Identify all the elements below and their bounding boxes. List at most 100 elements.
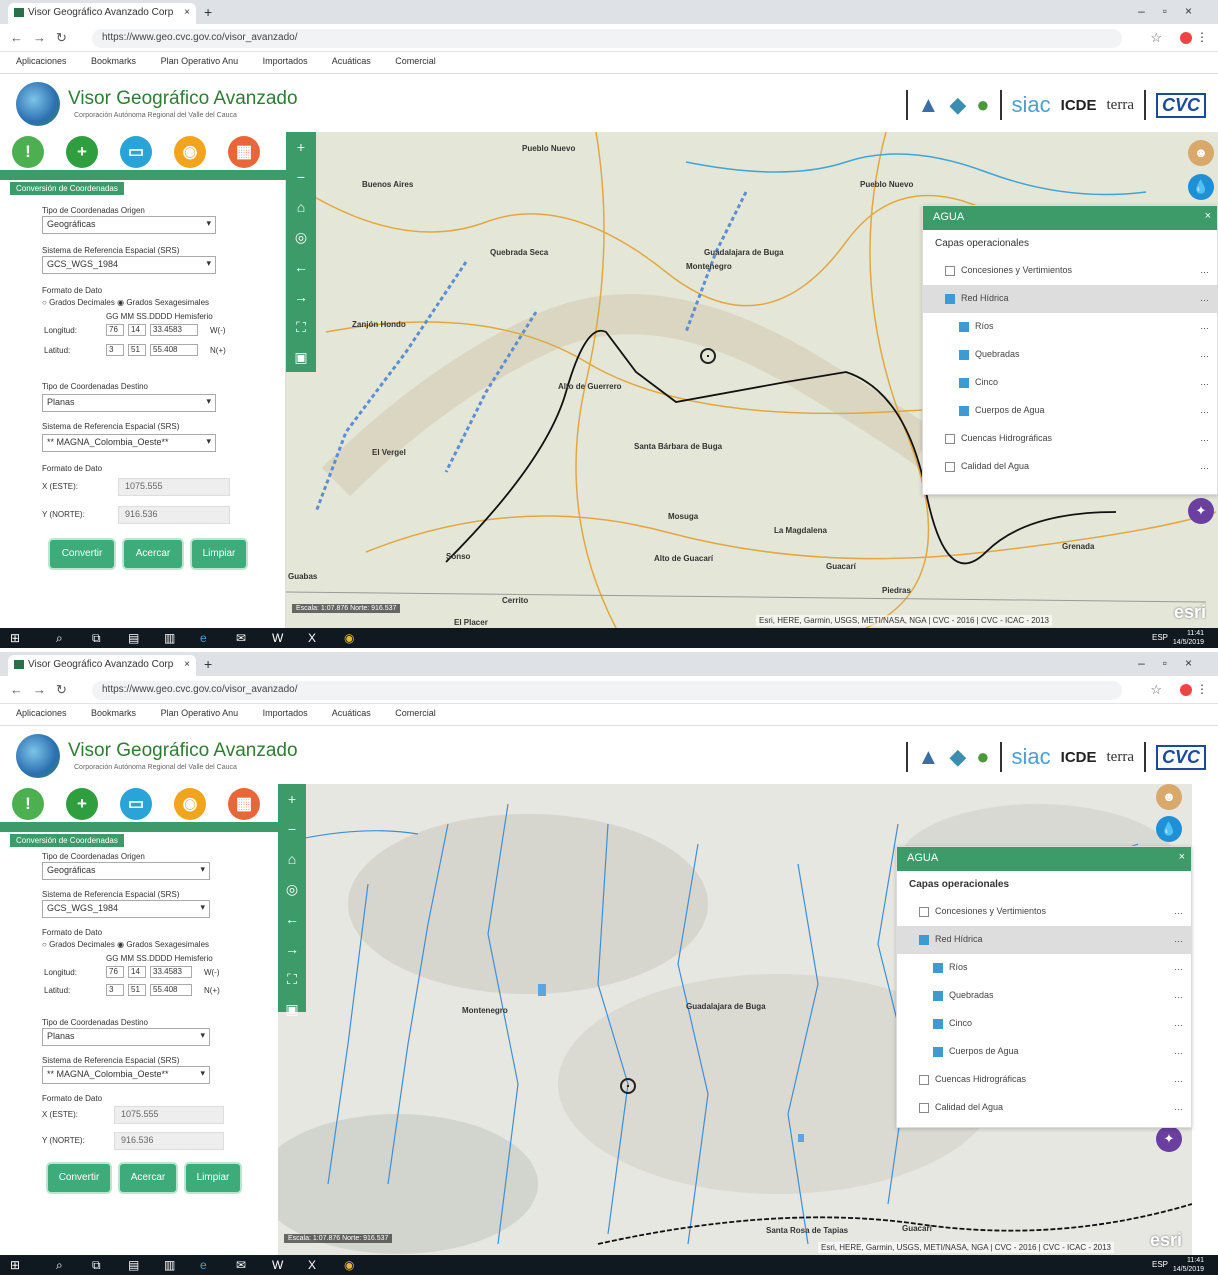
lon-min-input[interactable]: 14 — [128, 966, 146, 978]
close-icon[interactable]: × — [1179, 851, 1185, 863]
more-options-icon[interactable]: … — [1174, 990, 1183, 1000]
bookmark-item[interactable]: Plan Operativo Anu — [161, 56, 239, 66]
lat-sec-input[interactable]: 55.408 — [150, 984, 192, 996]
taskview-icon[interactable]: ⧉ — [92, 1258, 101, 1273]
checkbox-checked-icon[interactable] — [933, 1018, 943, 1029]
search-icon[interactable]: ⌕ — [56, 631, 63, 646]
back-icon[interactable]: ← — [286, 252, 316, 282]
url-input[interactable]: https://www.geo.cvc.gov.co/visor_avanzad… — [92, 29, 1122, 48]
icde-logo[interactable]: ICDE — [1061, 749, 1097, 766]
checkbox-checked-icon[interactable] — [933, 990, 943, 1001]
chrome-icon[interactable]: ◉ — [344, 631, 354, 645]
location-icon[interactable]: ◉ — [174, 788, 206, 820]
checkbox-icon[interactable] — [919, 906, 929, 917]
store-icon[interactable]: ▥ — [164, 631, 175, 645]
measure-icon[interactable]: ▭ — [120, 136, 152, 168]
layer-item[interactable]: Ríos… — [897, 954, 1191, 982]
ref-system-select[interactable]: GCS_WGS_1984 — [42, 900, 210, 918]
checkbox-checked-icon[interactable] — [959, 321, 969, 332]
layer-item[interactable]: Cuerpos de Agua… — [923, 397, 1217, 425]
layer-item[interactable]: Concesiones y Vertimientos… — [923, 257, 1217, 285]
siac-logo[interactable]: siac — [1012, 744, 1051, 770]
dest-ref-select[interactable]: ** MAGNA_Colombia_Oeste** — [42, 434, 216, 452]
checkbox-icon[interactable] — [945, 433, 955, 444]
convert-button[interactable]: Convertir — [50, 540, 114, 568]
layers-icon[interactable]: ▣ — [278, 994, 306, 1024]
y-output[interactable]: 916.536 — [118, 506, 230, 524]
zoom-out-icon[interactable]: − — [278, 814, 306, 844]
menu-icon[interactable]: ⋮ — [1196, 682, 1208, 696]
windows-start-icon[interactable]: ⊞ — [10, 1258, 20, 1272]
more-options-icon[interactable]: … — [1174, 1074, 1183, 1084]
back-icon[interactable]: ← — [278, 904, 306, 934]
system-tray[interactable]: ESP — [1152, 633, 1168, 642]
checkbox-checked-icon[interactable] — [959, 405, 969, 416]
dest-ref-select[interactable]: ** MAGNA_Colombia_Oeste** — [42, 1066, 210, 1084]
edge-icon[interactable]: e — [200, 631, 207, 645]
zoom-button[interactable]: Acercar — [120, 1164, 176, 1192]
word-icon[interactable]: W — [272, 1258, 283, 1272]
profile-icon[interactable] — [1180, 32, 1192, 44]
bookmark-item[interactable]: Bookmarks — [91, 56, 136, 66]
info-icon[interactable]: ! — [12, 788, 44, 820]
fish-icon[interactable]: ◆ — [949, 744, 966, 770]
edge-icon[interactable]: e — [200, 1258, 207, 1272]
menu-icon[interactable]: ⋮ — [1196, 30, 1208, 44]
layer-item[interactable]: Cinco… — [923, 369, 1217, 397]
terra-logo[interactable]: terra — [1107, 97, 1134, 114]
clear-button[interactable]: Limpiar — [186, 1164, 240, 1192]
layer-item[interactable]: Cuencas Hidrográficas… — [897, 1066, 1191, 1094]
decimal-radio[interactable]: ○ Grados Decimales ◉ Grados Sexagesimale… — [42, 940, 209, 949]
nav-buttons[interactable]: ←→↻ — [10, 30, 77, 46]
lat-deg-input[interactable]: 3 — [106, 984, 124, 996]
info-icon[interactable]: ! — [12, 136, 44, 168]
checkbox-checked-icon[interactable] — [959, 349, 969, 360]
more-options-icon[interactable]: … — [1200, 265, 1209, 275]
leaf-icon[interactable]: ● — [976, 744, 989, 770]
convert-button[interactable]: Convertir — [48, 1164, 110, 1192]
close-icon[interactable]: × — [1205, 210, 1211, 222]
checkbox-icon[interactable] — [919, 1074, 929, 1085]
checkbox-checked-icon[interactable] — [945, 293, 955, 304]
bookmark-item[interactable]: Importados — [263, 708, 308, 718]
browser-tab[interactable]: Visor Geográfico Avanzado Corp × — [8, 655, 196, 676]
search-icon[interactable]: ⌕ — [56, 1258, 63, 1273]
mountain-icon[interactable]: ▲ — [918, 744, 940, 770]
chrome-icon[interactable]: ◉ — [344, 1258, 354, 1272]
home-icon[interactable]: ⌂ — [278, 844, 306, 874]
lon-sec-input[interactable]: 33.4583 — [150, 324, 198, 336]
word-icon[interactable]: W — [272, 631, 283, 645]
layers-icon[interactable]: ▣ — [286, 342, 316, 372]
layer-item[interactable]: Calidad del Agua… — [897, 1094, 1191, 1122]
bookmark-item[interactable]: Comercial — [395, 56, 436, 66]
checkbox-icon[interactable] — [945, 265, 955, 276]
checkbox-checked-icon[interactable] — [959, 377, 969, 388]
window-controls[interactable]: –▫× — [1138, 4, 1210, 18]
layer-item[interactable]: Cuerpos de Agua… — [897, 1038, 1191, 1066]
more-options-icon[interactable]: … — [1200, 405, 1209, 415]
close-tab-icon[interactable]: × — [184, 7, 190, 18]
cvc-logo[interactable]: CVC — [1155, 92, 1206, 118]
bookmark-item[interactable]: Acuáticas — [332, 56, 371, 66]
fullscreen-icon[interactable]: ⛶ — [278, 964, 306, 994]
location-icon[interactable]: ◉ — [174, 136, 206, 168]
locate-icon[interactable]: ◎ — [278, 874, 306, 904]
more-options-icon[interactable]: … — [1174, 1102, 1183, 1112]
checkbox-checked-icon[interactable] — [919, 934, 929, 945]
more-options-icon[interactable]: … — [1200, 461, 1209, 471]
layer-item[interactable]: Concesiones y Vertimientos… — [897, 898, 1191, 926]
clock[interactable]: 11:41 14/5/2019 — [1173, 1256, 1204, 1274]
lon-sec-input[interactable]: 33.4583 — [150, 966, 192, 978]
fullscreen-icon[interactable]: ⛶ — [286, 312, 316, 342]
bookmark-item[interactable]: Aplicaciones — [16, 708, 67, 718]
files-icon[interactable]: ▤ — [128, 1258, 139, 1272]
browser-tab[interactable]: Visor Geográfico Avanzado Corp × — [8, 3, 196, 24]
water-drop-icon[interactable]: 💧 — [1156, 816, 1182, 842]
lat-hemisphere[interactable]: N(+) — [204, 986, 220, 995]
more-options-icon[interactable]: … — [1200, 321, 1209, 331]
terra-logo[interactable]: terra — [1107, 749, 1134, 766]
lat-hemisphere[interactable]: N(+) — [210, 346, 226, 355]
lat-deg-input[interactable]: 3 — [106, 344, 124, 356]
layer-item[interactable]: Quebradas… — [923, 341, 1217, 369]
home-icon[interactable]: ⌂ — [286, 192, 316, 222]
